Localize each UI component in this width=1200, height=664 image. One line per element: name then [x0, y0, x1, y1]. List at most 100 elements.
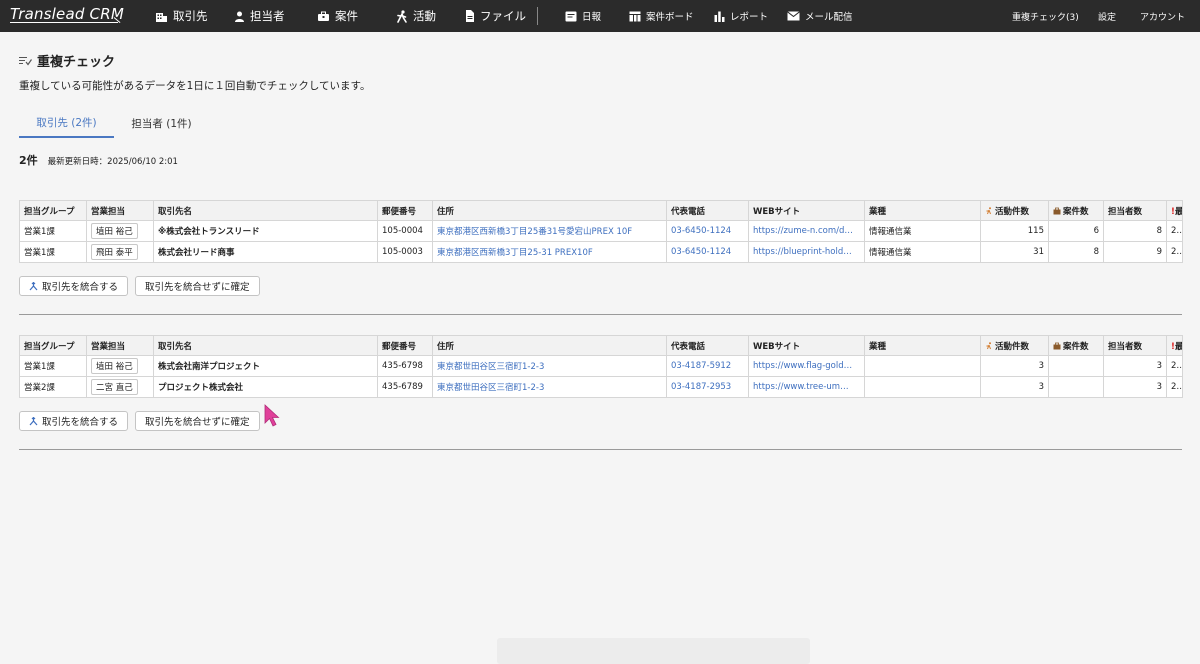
cell-postal-code: 105-0004: [377, 220, 433, 242]
page-title-text: 重複チェック: [37, 55, 116, 70]
col-header-phone[interactable]: 代表電話: [666, 200, 749, 221]
col-header-account-name[interactable]: 取引先名: [153, 200, 378, 221]
cell-phone-link[interactable]: 03-4187-2953: [666, 376, 749, 398]
cell-activity-count: 3: [980, 355, 1049, 377]
cell-website-link[interactable]: https://www.tree-um…: [748, 376, 865, 398]
col-header-phone[interactable]: 代表電話: [666, 335, 749, 356]
duplicate-group-table-2: 担当グループ 営業担当 取引先名 郵便番号 住所 代表電話 WEBサイト 業種 …: [19, 335, 1183, 398]
col-header-contact-count[interactable]: 担当者数: [1103, 335, 1167, 356]
merge-accounts-label: 取引先を統合する: [42, 417, 119, 428]
tab-contacts[interactable]: 担当者 (1件): [114, 108, 209, 138]
cell-industry: 情報通信業: [864, 241, 981, 263]
nav-item-contacts[interactable]: 担当者: [234, 0, 285, 32]
nav-item-activities[interactable]: 活動: [396, 0, 436, 32]
merge-accounts-button[interactable]: 取引先を統合する: [19, 276, 129, 296]
col-header-last[interactable]: !最: [1166, 200, 1183, 221]
sales-rep-chip[interactable]: 埴田 裕己: [91, 358, 138, 374]
cell-sales-rep: 埴田 裕己: [86, 220, 154, 242]
cell-last: 202: [1166, 241, 1183, 263]
cell-deal-count: [1048, 376, 1104, 398]
sales-rep-chip[interactable]: 二宮 直己: [91, 379, 138, 395]
result-count: 2件: [19, 154, 38, 167]
nav-item-reports[interactable]: レポート: [714, 0, 768, 32]
col-header-industry[interactable]: 業種: [864, 335, 981, 356]
duplicate-group-table-1: 担当グループ 営業担当 取引先名 郵便番号 住所 代表電話 WEBサイト 業種 …: [19, 200, 1183, 263]
nav-item-mail-delivery[interactable]: メール配信: [787, 0, 853, 32]
duplicate-check-link[interactable]: 重複チェック(3): [1012, 0, 1079, 32]
merge-accounts-button[interactable]: 取引先を統合する: [19, 411, 129, 431]
col-header-activity-count[interactable]: 活動件数: [980, 335, 1049, 356]
cell-website-link[interactable]: https://blueprint-hold…: [748, 241, 865, 263]
cell-group: 営業1課: [19, 355, 87, 377]
cell-phone-link[interactable]: 03-4187-5912: [666, 355, 749, 377]
nav-item-deals[interactable]: 案件: [317, 0, 358, 32]
cell-address-link[interactable]: 東京都港区西新橋3丁目25-31 PREX10F: [432, 241, 667, 263]
col-header-deal-count[interactable]: 案件数: [1048, 335, 1104, 356]
cell-deal-count: 6: [1048, 220, 1104, 242]
settings-link[interactable]: 設定: [1098, 0, 1116, 32]
col-header-industry[interactable]: 業種: [864, 200, 981, 221]
cell-phone-link[interactable]: 03-6450-1124: [666, 241, 749, 263]
cell-contact-count: 8: [1103, 220, 1167, 242]
person-icon: [235, 11, 244, 22]
col-header-group[interactable]: 担当グループ: [19, 200, 87, 221]
cell-address-link[interactable]: 東京都港区西新橋3丁目25番31号愛宕山PREX 10F: [432, 220, 667, 242]
col-header-account-name[interactable]: 取引先名: [153, 335, 378, 356]
col-header-last[interactable]: !最: [1166, 335, 1183, 356]
col-header-postal-code[interactable]: 郵便番号: [377, 200, 433, 221]
nav-item-deal-board[interactable]: 案件ボード: [629, 0, 694, 32]
nav-item-files[interactable]: ファイル: [465, 0, 526, 32]
nav-label: 取引先: [173, 9, 208, 23]
briefcase-icon: [1053, 342, 1061, 349]
cell-address-link[interactable]: 東京都世田谷区三宿町1-2-3: [432, 355, 667, 377]
app-logo[interactable]: Translead CRM: [10, 5, 124, 23]
cell-account-name[interactable]: 株式会社南洋プロジェクト: [153, 355, 378, 377]
table-row[interactable]: 営業1課 飛田 泰平 株式会社リード商事 105-0003 東京都港区西新橋3丁…: [19, 241, 1183, 263]
merge-icon: [29, 416, 38, 425]
page-title: 重複チェック: [19, 51, 115, 70]
table-row[interactable]: 営業1課 埴田 裕己 株式会社南洋プロジェクト 435-6798 東京都世田谷区…: [19, 355, 1183, 377]
cell-sales-rep: 飛田 泰平: [86, 241, 154, 263]
nav-separator: [537, 7, 538, 25]
cell-account-name[interactable]: プロジェクト株式会社: [153, 376, 378, 398]
cell-website-link[interactable]: https://www.flag-gold…: [748, 355, 865, 377]
table-row[interactable]: 営業1課 埴田 裕己 ※株式会社トランスリード 105-0004 東京都港区西新…: [19, 220, 1183, 242]
nav-item-accounts[interactable]: 取引先: [155, 0, 208, 32]
cell-contact-count: 3: [1103, 355, 1167, 377]
col-header-deal-count[interactable]: 案件数: [1048, 200, 1104, 221]
board-icon: [629, 11, 641, 22]
cell-sales-rep: 埴田 裕己: [86, 355, 154, 377]
cell-industry: [864, 355, 981, 377]
tab-accounts[interactable]: 取引先 (2件): [19, 108, 114, 138]
col-header-address[interactable]: 住所: [432, 335, 667, 356]
cell-phone-link[interactable]: 03-6450-1124: [666, 220, 749, 242]
sales-rep-chip[interactable]: 飛田 泰平: [91, 244, 138, 260]
confirm-without-merge-button[interactable]: 取引先を統合せずに確定: [135, 411, 260, 431]
confirm-without-merge-button[interactable]: 取引先を統合せずに確定: [135, 276, 260, 296]
walking-icon: [986, 341, 991, 349]
col-header-group[interactable]: 担当グループ: [19, 335, 87, 356]
nav-label: 担当者: [250, 9, 285, 23]
col-header-activity-count[interactable]: 活動件数: [980, 200, 1049, 221]
file-icon: [466, 10, 474, 22]
result-summary: 2件 最新更新日時：2025/06/10 2:01: [19, 152, 178, 168]
cell-account-name[interactable]: 株式会社リード商事: [153, 241, 378, 263]
cell-industry: 情報通信業: [864, 220, 981, 242]
logo-underline: [10, 22, 118, 23]
sales-rep-chip[interactable]: 埴田 裕己: [91, 223, 138, 239]
col-header-website[interactable]: WEBサイト: [748, 200, 865, 221]
cell-website-link[interactable]: https://zume-n.com/d…: [748, 220, 865, 242]
cell-address-link[interactable]: 東京都世田谷区三宿町1-2-3: [432, 376, 667, 398]
cell-activity-count: 31: [980, 241, 1049, 263]
cell-group: 営業2課: [19, 376, 87, 398]
col-header-sales-rep[interactable]: 営業担当: [86, 335, 154, 356]
col-header-address[interactable]: 住所: [432, 200, 667, 221]
cell-account-name[interactable]: ※株式会社トランスリード: [153, 220, 378, 242]
col-header-postal-code[interactable]: 郵便番号: [377, 335, 433, 356]
account-link[interactable]: アカウント: [1140, 0, 1185, 32]
col-header-contact-count[interactable]: 担当者数: [1103, 200, 1167, 221]
col-header-sales-rep[interactable]: 営業担当: [86, 200, 154, 221]
table-row[interactable]: 営業2課 二宮 直己 プロジェクト株式会社 435-6789 東京都世田谷区三宿…: [19, 376, 1183, 398]
col-header-website[interactable]: WEBサイト: [748, 335, 865, 356]
nav-item-daily-report[interactable]: 日報: [565, 0, 601, 32]
